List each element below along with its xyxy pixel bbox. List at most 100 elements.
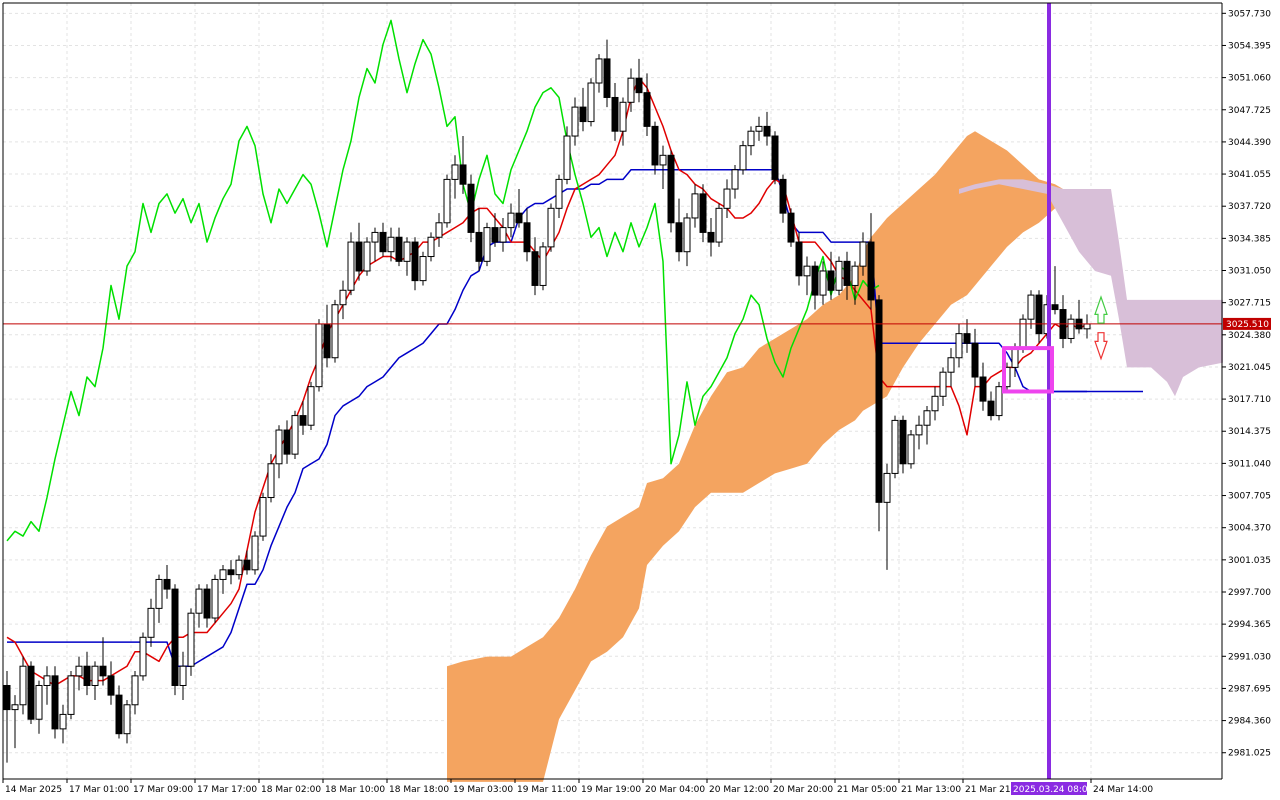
- y-tick-label: 3051.060: [1228, 74, 1271, 84]
- x-tick-label: 19 Mar 11:00: [517, 785, 577, 795]
- x-tick-label: 20 Mar 12:00: [709, 785, 769, 795]
- candle-bullish: [1027, 294, 1035, 320]
- candle-bullish: [739, 145, 747, 171]
- candle-bullish: [259, 497, 267, 537]
- candle-bearish: [779, 178, 787, 214]
- current-price-label: 3025.510: [1226, 320, 1269, 330]
- candle-bearish: [963, 333, 971, 344]
- candle-bullish: [547, 207, 555, 248]
- candle-bearish: [867, 241, 875, 301]
- candle-bullish: [419, 256, 427, 282]
- candle-bullish: [451, 164, 459, 180]
- chart-root: 3057.730 3054.395 3051.060 3047.725 3044.390…: [0, 0, 1280, 800]
- candle-bearish: [491, 227, 499, 243]
- candle-bearish: [99, 665, 107, 677]
- candle-bearish: [475, 231, 483, 262]
- candle-bullish: [683, 217, 691, 253]
- candle-bullish: [995, 386, 1003, 417]
- candle-bearish: [979, 376, 987, 402]
- candle-bullish: [835, 260, 843, 291]
- candle-bullish: [691, 193, 699, 219]
- vline-date-label: 2025.03.24 08:00: [1013, 785, 1094, 795]
- x-tick-label: 20 Mar 20:00: [773, 785, 833, 795]
- candle-bearish: [899, 419, 907, 465]
- candle-bullish: [179, 665, 187, 686]
- candle-bullish: [195, 588, 203, 614]
- candle-bearish: [107, 675, 115, 696]
- candle-bearish: [611, 96, 619, 132]
- candle-bullish: [595, 58, 603, 84]
- candle-bullish: [235, 559, 243, 576]
- candle-bearish: [827, 270, 835, 291]
- candle-bullish: [499, 227, 507, 243]
- candle-bearish: [771, 135, 779, 180]
- candle-bullish: [563, 135, 571, 180]
- candle-bullish: [315, 323, 323, 388]
- candle-bullish: [619, 101, 627, 132]
- candle-bullish: [1067, 318, 1075, 339]
- candle-bearish: [531, 251, 539, 286]
- candle-bullish: [819, 270, 827, 296]
- candle-bearish: [875, 299, 883, 503]
- candle-bullish: [267, 463, 275, 499]
- x-tick-label: 17 Mar 01:00: [69, 785, 129, 795]
- candle-bullish: [939, 371, 947, 397]
- y-tick-label: 2981.025: [1228, 749, 1271, 759]
- candle-bullish: [67, 675, 75, 715]
- candle-bullish: [915, 424, 923, 436]
- candle-bearish: [299, 415, 307, 426]
- candle-bearish: [323, 323, 331, 359]
- y-tick-label: 2984.360: [1228, 717, 1271, 727]
- candle-bullish: [35, 684, 43, 720]
- chart-background: [0, 0, 1280, 800]
- candle-bullish: [627, 77, 635, 103]
- candle-bullish: [147, 607, 155, 638]
- candle-bullish: [331, 304, 339, 359]
- candle-bullish: [859, 241, 867, 267]
- y-tick-label: 3024.380: [1228, 331, 1271, 341]
- candle-bullish: [403, 241, 411, 262]
- candle-bullish: [251, 535, 259, 571]
- x-tick-label: 24 Mar 14:00: [1093, 785, 1153, 795]
- candle-bullish: [371, 231, 379, 243]
- candle-bullish: [91, 665, 99, 686]
- y-tick-label: 3014.375: [1228, 427, 1271, 437]
- candle-bullish: [851, 265, 859, 286]
- candle-bearish: [395, 236, 403, 262]
- candle-bearish: [675, 222, 683, 253]
- candle-bearish: [971, 342, 979, 378]
- candle-bearish: [283, 429, 291, 455]
- y-tick-label: 3041.055: [1228, 170, 1271, 180]
- candle-bearish: [467, 183, 475, 233]
- candle-bearish: [579, 106, 587, 123]
- candle-bullish: [187, 612, 195, 667]
- candlestick-chart[interactable]: 3057.730 3054.395 3051.060 3047.725 3044.390…: [0, 0, 1280, 800]
- candle-bullish: [139, 636, 147, 677]
- candle-bullish: [907, 434, 915, 465]
- candle-bearish: [787, 212, 795, 243]
- candle-bullish: [715, 207, 723, 243]
- x-tick-label: 20 Mar 04:00: [645, 785, 705, 795]
- y-tick-label: 3044.390: [1228, 138, 1271, 148]
- candle-bullish: [1011, 347, 1019, 368]
- y-tick-label: 3021.045: [1228, 363, 1271, 373]
- y-tick-label: 2994.365: [1228, 620, 1271, 630]
- candle-bullish: [387, 236, 395, 253]
- candle-bearish: [83, 665, 91, 686]
- candle-bullish: [307, 386, 315, 426]
- y-tick-label: 3027.715: [1228, 299, 1271, 309]
- candle-bearish: [163, 578, 171, 590]
- candle-bullish: [75, 665, 83, 677]
- candle-bullish: [883, 472, 891, 503]
- candle-bearish: [27, 665, 35, 720]
- candle-bullish: [483, 227, 491, 262]
- candle-bullish: [587, 82, 595, 123]
- candle-bearish: [227, 569, 235, 576]
- candle-bearish: [635, 77, 643, 94]
- candle-bullish: [219, 569, 227, 580]
- candle-bearish: [603, 58, 611, 98]
- candle-bearish: [643, 92, 651, 127]
- candle-bullish: [803, 265, 811, 277]
- candle-bullish: [723, 188, 731, 209]
- y-tick-label: 2991.030: [1228, 652, 1271, 662]
